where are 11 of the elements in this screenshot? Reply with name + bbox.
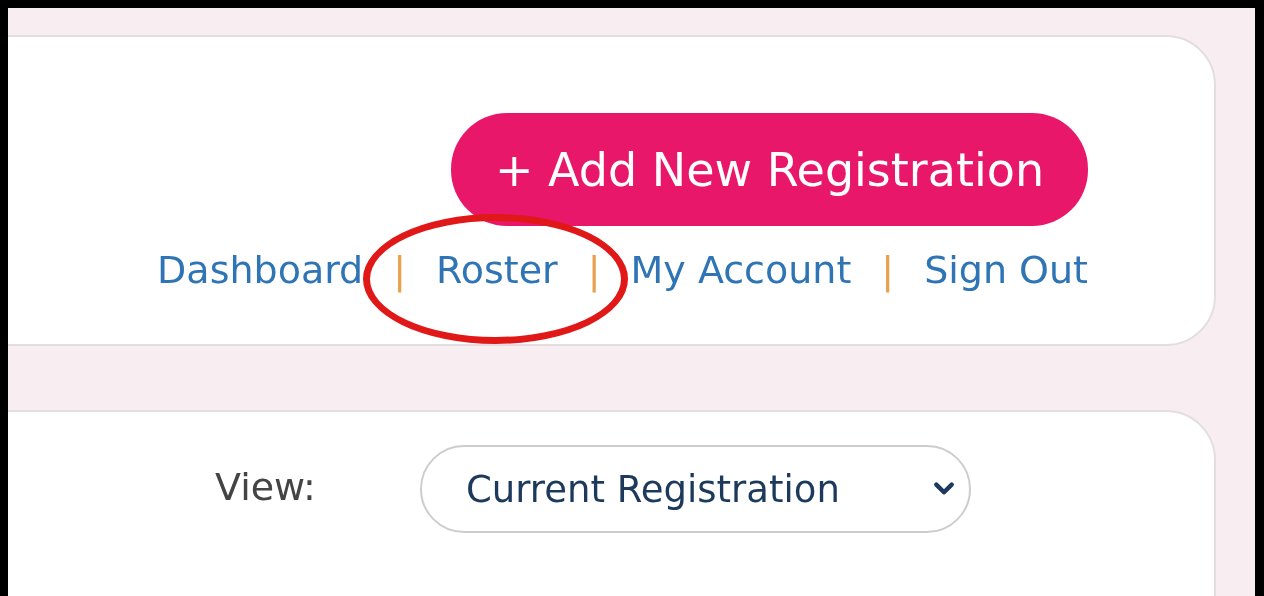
nav-separator: | bbox=[881, 248, 895, 292]
nav-link[interactable]: My Account bbox=[630, 248, 852, 292]
nav-separator: | bbox=[587, 248, 601, 292]
nav-separator: | bbox=[393, 248, 407, 292]
chevron-down-icon bbox=[933, 481, 955, 497]
add-registration-button[interactable]: + Add New Registration bbox=[451, 113, 1088, 226]
nav-link[interactable]: Sign Out bbox=[924, 248, 1088, 292]
view-select[interactable]: Current Registration bbox=[420, 445, 971, 533]
nav-link[interactable]: Roster bbox=[436, 248, 558, 292]
nav-link[interactable]: Dashboard bbox=[157, 248, 364, 292]
view-label: View: bbox=[215, 465, 317, 509]
